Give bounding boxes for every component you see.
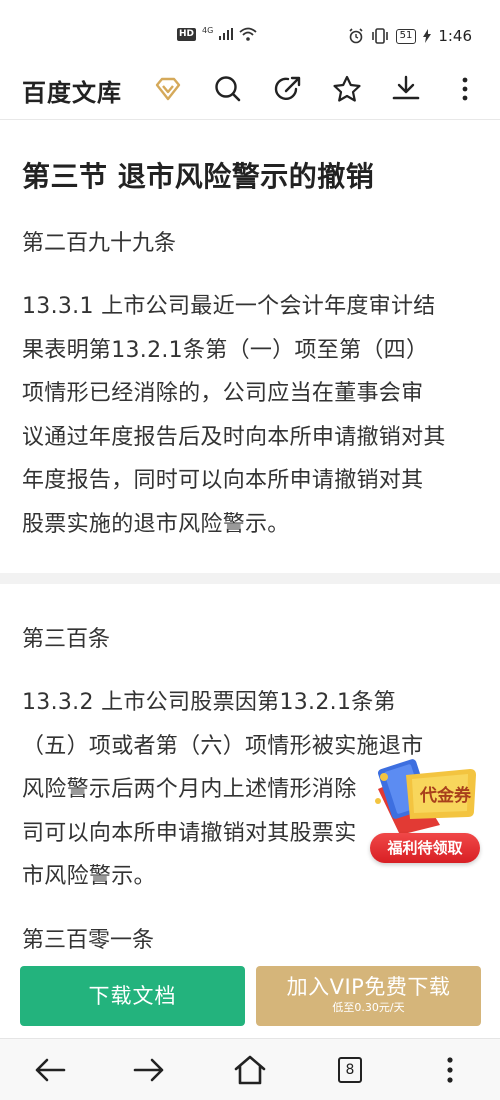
coupon-badge-text: 代金券 [419,785,472,806]
status-left: HD 4G [177,25,257,41]
paragraph-line: 13.3.1 上市公司最近一个会计年度审计结 [22,294,436,319]
paragraph-line: 年度报告，同时可以向本所申请撤销对其 [22,468,424,493]
app-title[interactable]: 百度文库 [22,73,122,108]
vip-price-note: 低至0.30元/天 [332,1001,405,1014]
share-icon[interactable] [271,72,305,106]
browser-nav-bar: 8 [0,1038,500,1100]
coupon-widget[interactable]: 代金券 福利待领取 [370,755,482,863]
back-arrow-icon[interactable] [30,1051,70,1089]
more-vertical-icon[interactable] [430,1051,470,1089]
status-bar: HD 4G 51 1:46 [0,0,500,60]
status-right: 51 1:46 [348,27,472,45]
forward-arrow-icon[interactable] [129,1051,169,1089]
paragraph-line: 果表明第13.2.1条第（一）项至第（四） [22,337,429,363]
article-label: 第二百九十九条 [22,231,177,256]
coupon-icon: 代金券 [375,759,476,835]
join-vip-button[interactable]: 加入VIP免费下载 低至0.30元/天 [256,966,481,1026]
section-title: 第三节 退市风险警示的撤销 [22,160,375,193]
vip-diamond-icon[interactable] [151,72,185,106]
tab-count: 8 [338,1057,362,1083]
hd-badge: HD [177,27,197,41]
download-document-button[interactable]: 下载文档 [20,966,245,1026]
action-bar: 下载文档 加入VIP免费下载 低至0.30元/天 [0,958,500,1038]
paragraph-line: 项情形已经消除的，公司应当在董事会审 [22,381,424,406]
search-icon[interactable] [211,72,245,106]
app-header: 百度文库 [0,60,500,120]
tabs-icon[interactable]: 8 [330,1051,370,1089]
paragraph-line: 议通过年度报告后及时向本所申请撤销对其 [22,424,446,450]
signal-icon [219,28,234,40]
article-label: 第三百零一条 [22,928,155,953]
star-icon[interactable] [330,72,364,106]
article-paragraph: 13.3.1 上市公司最近一个会计年度审计结 果表明第13.2.1条第（一）项至… [22,285,482,546]
vibrate-icon [371,28,388,44]
section-divider [0,573,500,584]
article-label: 第三百条 [22,627,111,652]
download-icon[interactable] [389,72,423,106]
home-icon[interactable] [230,1051,270,1089]
charging-icon [423,29,432,43]
alarm-icon [349,28,363,44]
more-icon[interactable] [448,72,482,106]
battery-indicator: 51 [395,28,417,44]
wifi-icon [239,27,257,41]
network-type: 4G [202,25,214,35]
clock: 1:46 [438,27,472,45]
claim-benefit-button[interactable]: 福利待领取 [370,833,480,863]
vip-button-label: 加入VIP免费下载 [286,975,451,999]
paragraph-line: 13.3.2 上市公司股票因第13.2.1条第 [22,690,396,715]
paragraph-line: 股票实施的退市风险警示。 [22,511,290,537]
